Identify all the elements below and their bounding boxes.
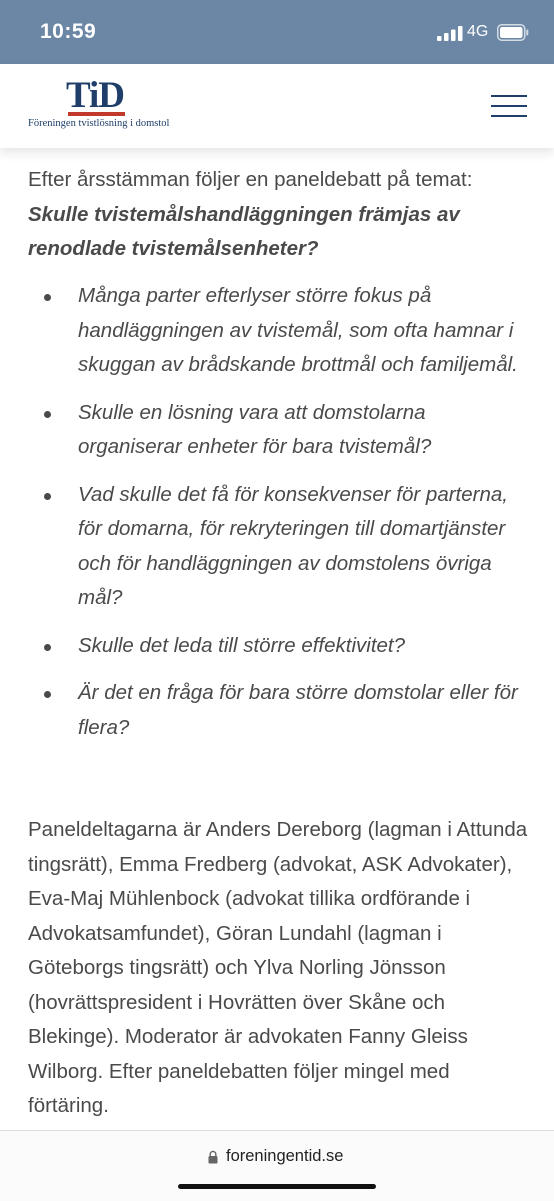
bullet-icon	[44, 492, 51, 500]
article-intro: Efter årsstämman följer en paneldebatt p…	[28, 163, 538, 267]
article-participants: Paneldeltagarna är Anders Dereborg (lagm…	[28, 818, 528, 1117]
list-item: Många parter efterlyser större fokus på …	[0, 279, 518, 383]
site-header: TiD Föreningen tvistlösning i domstol	[0, 64, 554, 148]
battery-icon	[497, 24, 529, 41]
intro-emphasis: Skulle tvistemålshandläggningen främjas …	[28, 202, 460, 261]
list-item: Är det en fråga för bara större domstola…	[0, 676, 518, 745]
list-item: Skulle en lösning vara att domstolarna o…	[0, 396, 518, 465]
browser-url-bar[interactable]: foreningentid.se	[0, 1130, 554, 1201]
signal-icon	[437, 26, 463, 41]
home-indicator[interactable]	[178, 1184, 376, 1189]
list-item: Vad skulle det få för konsekvenser för p…	[0, 478, 518, 616]
network-type: 4G	[467, 23, 489, 40]
list-item-text: Skulle det leda till större effektivitet…	[78, 633, 406, 657]
question-list: Många parter efterlyser större fokus på …	[0, 279, 554, 758]
list-item-text: Skulle en lösning vara att domstolarna o…	[78, 400, 432, 459]
intro-text: Efter årsstämman följer en paneldebatt p…	[28, 168, 473, 191]
bullet-icon	[44, 643, 51, 651]
list-item-text: Är det en fråga för bara större domstola…	[78, 681, 518, 739]
bullet-icon	[44, 691, 51, 698]
site-logo[interactable]: TiD Föreningen tvistlösning i domstol	[28, 75, 208, 138]
url-text[interactable]: foreningentid.se	[226, 1147, 343, 1166]
lock-icon	[208, 1150, 218, 1164]
hamburger-menu-icon[interactable]	[491, 95, 527, 117]
list-item: Skulle det leda till större effektivitet…	[0, 629, 518, 664]
logo-subtitle: Föreningen tvistlösning i domstol	[28, 118, 170, 129]
status-time: 10:59	[40, 20, 97, 43]
list-item-text: Vad skulle det få för konsekvenser för p…	[78, 482, 508, 610]
article-content: Efter årsstämman följer en paneldebatt p…	[0, 148, 554, 1128]
status-bar: 10:59 4G	[0, 0, 554, 64]
logo-accent-bar	[68, 112, 125, 116]
logo-mark: TiD	[66, 75, 125, 116]
bullet-icon	[44, 410, 51, 418]
bullet-icon	[44, 294, 51, 301]
list-item-text: Många parter efterlyser större fokus på …	[78, 284, 518, 376]
